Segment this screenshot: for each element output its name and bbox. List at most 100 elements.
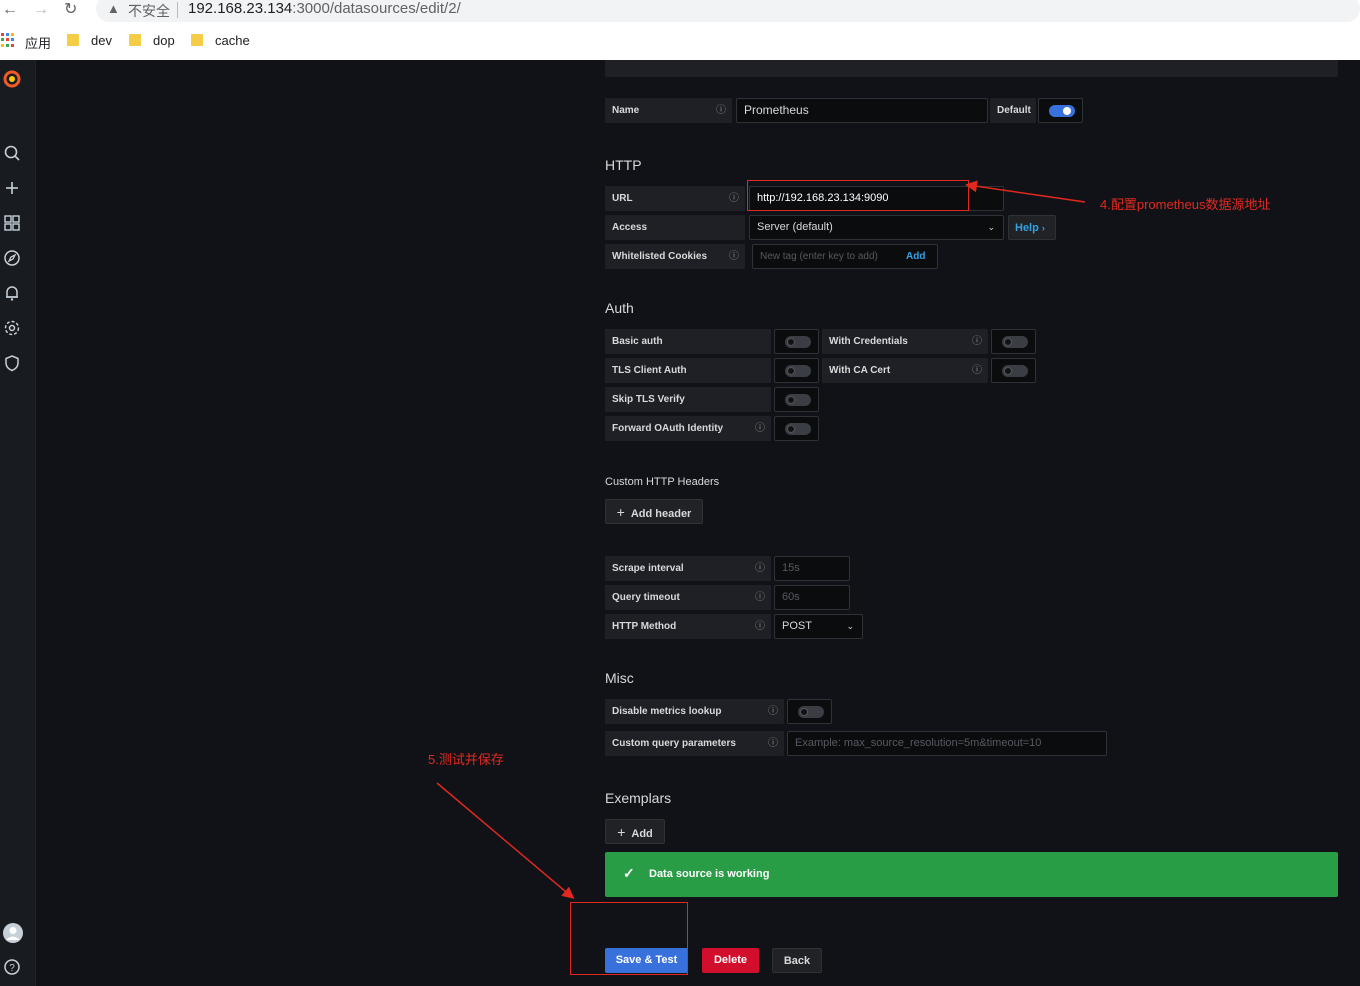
default-label: Default bbox=[990, 98, 1036, 123]
folder-icon bbox=[67, 34, 79, 46]
folder-icon bbox=[129, 34, 141, 46]
query-timeout-text: Query timeout bbox=[612, 592, 680, 603]
delete-button[interactable]: Delete bbox=[702, 948, 759, 973]
alerting-icon[interactable] bbox=[3, 284, 21, 302]
exemplars-section-title: Exemplars bbox=[605, 790, 672, 806]
plus-icon[interactable] bbox=[3, 179, 21, 197]
disable-lookup-text: Disable metrics lookup bbox=[612, 706, 722, 717]
default-toggle[interactable] bbox=[1038, 98, 1083, 123]
configuration-icon[interactable] bbox=[3, 319, 21, 337]
info-icon: ⓘ bbox=[755, 423, 765, 434]
name-input[interactable]: Prometheus bbox=[736, 98, 988, 123]
success-message: Data source is working bbox=[649, 868, 770, 880]
bookmark-cache[interactable]: cache bbox=[191, 33, 250, 48]
search-icon[interactable] bbox=[3, 144, 21, 162]
access-select[interactable]: Server (default) ⌄ bbox=[749, 215, 1004, 240]
warning-icon: ▲ bbox=[107, 1, 120, 16]
info-icon: ⓘ bbox=[768, 738, 778, 749]
http-section-title: HTTP bbox=[605, 157, 642, 173]
apps-icon[interactable] bbox=[1, 33, 15, 47]
annotation-box-url bbox=[747, 180, 969, 211]
disable-lookup-toggle[interactable] bbox=[787, 699, 832, 724]
switch-knob bbox=[787, 367, 795, 375]
sidebar: ? bbox=[0, 60, 36, 986]
annotation-step5: 5.测试并保存 bbox=[428, 752, 504, 767]
http-method-value: POST bbox=[782, 620, 812, 632]
annotation-step4: 4.配置prometheus数据源地址 bbox=[1100, 197, 1271, 212]
check-icon: ✓ bbox=[623, 865, 635, 881]
skip-tls-label: Skip TLS Verify bbox=[605, 387, 771, 412]
grafana-logo-icon[interactable] bbox=[3, 70, 21, 88]
forward-oauth-toggle[interactable] bbox=[774, 416, 819, 441]
query-timeout-label: Query timeout ⓘ bbox=[605, 585, 771, 610]
url-label: URL ⓘ bbox=[605, 186, 745, 211]
access-label: Access bbox=[605, 215, 745, 240]
bookmark-dev[interactable]: dev bbox=[67, 33, 112, 48]
forward-arrow-icon[interactable]: → bbox=[33, 0, 49, 20]
custom-query-input[interactable]: Example: max_source_resolution=5m&timeou… bbox=[787, 731, 1107, 756]
bookmark-dop-label: dop bbox=[153, 33, 175, 48]
basic-auth-toggle[interactable] bbox=[774, 329, 819, 354]
name-label-text: Name bbox=[612, 105, 640, 116]
exemplars-add-button[interactable]: + Add bbox=[605, 819, 665, 844]
bookmark-dop[interactable]: dop bbox=[129, 33, 175, 48]
back-arrow-icon[interactable]: ← bbox=[2, 0, 18, 20]
disable-lookup-switch[interactable] bbox=[798, 706, 824, 718]
chevron-right-icon: › bbox=[1041, 223, 1045, 233]
switch-knob bbox=[1063, 107, 1071, 115]
http-method-select[interactable]: POST ⌄ bbox=[774, 614, 863, 639]
tls-client-auth-switch[interactable] bbox=[785, 365, 811, 377]
annotation-box-save bbox=[570, 902, 688, 975]
info-icon: ⓘ bbox=[768, 706, 778, 717]
http-method-text: HTTP Method bbox=[612, 621, 677, 632]
add-header-button[interactable]: + Add header bbox=[605, 499, 703, 524]
skip-tls-toggle[interactable] bbox=[774, 387, 819, 412]
chevron-down-icon: ⌄ bbox=[987, 222, 995, 232]
reload-icon[interactable]: ↻ bbox=[64, 0, 77, 20]
info-icon: ⓘ bbox=[716, 105, 726, 116]
bookmark-apps[interactable]: 应用 bbox=[25, 33, 51, 52]
dashboards-icon[interactable] bbox=[3, 214, 21, 232]
scrape-interval-input[interactable]: 15s bbox=[774, 556, 850, 581]
basic-auth-switch[interactable] bbox=[785, 336, 811, 348]
switch-knob bbox=[787, 338, 795, 346]
avatar[interactable] bbox=[2, 922, 24, 944]
cookies-add-button[interactable]: Add bbox=[906, 245, 925, 268]
with-credentials-text: With Credentials bbox=[829, 336, 908, 347]
info-icon: ⓘ bbox=[755, 563, 765, 574]
switch-knob bbox=[1004, 367, 1012, 375]
tls-client-auth-toggle[interactable] bbox=[774, 358, 819, 383]
bookmark-dev-label: dev bbox=[91, 33, 112, 48]
plus-icon: + bbox=[617, 824, 626, 840]
basic-auth-label: Basic auth bbox=[605, 329, 771, 354]
disable-lookup-label: Disable metrics lookup ⓘ bbox=[605, 699, 784, 724]
with-credentials-switch[interactable] bbox=[1002, 336, 1028, 348]
with-ca-cert-toggle[interactable] bbox=[991, 358, 1036, 383]
query-timeout-input[interactable]: 60s bbox=[774, 585, 850, 610]
help-button[interactable]: Help › bbox=[1008, 215, 1056, 240]
bookmark-cache-label: cache bbox=[215, 33, 250, 48]
url-text[interactable]: 192.168.23.134:3000/datasources/edit/2/ bbox=[188, 0, 461, 17]
with-ca-cert-text: With CA Cert bbox=[829, 365, 891, 376]
help-label: Help bbox=[1015, 222, 1039, 234]
name-label: Name ⓘ bbox=[605, 98, 732, 123]
help-icon[interactable]: ? bbox=[3, 958, 21, 976]
auth-section-title: Auth bbox=[605, 300, 634, 316]
default-switch[interactable] bbox=[1049, 105, 1075, 117]
shield-icon[interactable] bbox=[3, 354, 21, 372]
with-ca-cert-switch[interactable] bbox=[1002, 365, 1028, 377]
forward-oauth-text: Forward OAuth Identity bbox=[612, 423, 724, 434]
chevron-down-icon: ⌄ bbox=[846, 621, 854, 631]
forward-oauth-switch[interactable] bbox=[785, 423, 811, 435]
back-button[interactable]: Back bbox=[772, 948, 822, 973]
with-credentials-toggle[interactable] bbox=[991, 329, 1036, 354]
explore-icon[interactable] bbox=[3, 249, 21, 267]
success-alert: ✓ Data source is working bbox=[605, 852, 1338, 897]
settings-header-band bbox=[605, 60, 1338, 77]
cookies-input[interactable]: New tag (enter key to add) Add bbox=[752, 244, 938, 269]
info-icon: ⓘ bbox=[729, 193, 739, 204]
skip-tls-switch[interactable] bbox=[785, 394, 811, 406]
address-row: ← → ↻ ▲ 不安全 192.168.23.134:3000/datasour… bbox=[0, 0, 1360, 22]
with-credentials-label: With Credentials ⓘ bbox=[822, 329, 988, 354]
misc-section-title: Misc bbox=[605, 670, 634, 686]
